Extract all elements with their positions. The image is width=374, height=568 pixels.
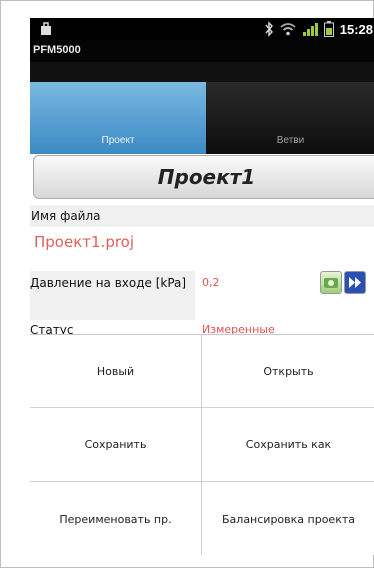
tab-project[interactable]: Проект	[30, 82, 206, 154]
menu-new-button[interactable]: Новый	[30, 335, 202, 408]
menu-rename-button[interactable]: Переименовать пр.	[30, 482, 202, 555]
status-time: 15:28	[339, 21, 373, 37]
file-name-value[interactable]: Проект1.proj	[34, 233, 134, 251]
options-menu: Новый Открыть Сохранить Сохранить как Пе…	[30, 334, 374, 555]
app-title: PFM5000	[33, 44, 81, 56]
menu-save-as-button[interactable]: Сохранить как	[202, 408, 374, 482]
tab-project-label: Проект	[101, 135, 135, 146]
menu-balance-button[interactable]: Балансировка проекта	[202, 482, 374, 555]
battery-icon	[323, 21, 334, 37]
status-bar: 15:28	[30, 18, 374, 40]
inlet-pressure-label: Давление на входе [kPa]	[30, 271, 195, 320]
signal-icon	[302, 23, 318, 36]
tab-branches[interactable]: Ветви	[206, 82, 374, 154]
bag-icon	[41, 22, 51, 35]
tab-bar: Проект Ветви	[30, 82, 374, 154]
bluetooth-icon	[265, 21, 273, 37]
tab-branches-label: Ветви	[276, 135, 305, 146]
device-frame: 15:28 PFM5000 Проект Ветви Проект1 Имя ф…	[0, 0, 374, 568]
phone-screen: 15:28 PFM5000 Проект Ветви Проект1 Имя ф…	[30, 18, 374, 555]
menu-save-button[interactable]: Сохранить	[30, 408, 202, 482]
inlet-pressure-value[interactable]: 0,2	[202, 276, 220, 289]
file-name-label: Имя файла	[30, 205, 374, 227]
project-title-button[interactable]: Проект1	[33, 155, 374, 199]
camera-icon[interactable]	[320, 271, 342, 294]
app-title-bar: PFM5000	[30, 40, 374, 62]
menu-open-button[interactable]: Открыть	[202, 335, 374, 408]
next-icon[interactable]	[344, 271, 366, 294]
tab-bar-top	[30, 62, 374, 82]
wifi-icon	[280, 23, 296, 36]
